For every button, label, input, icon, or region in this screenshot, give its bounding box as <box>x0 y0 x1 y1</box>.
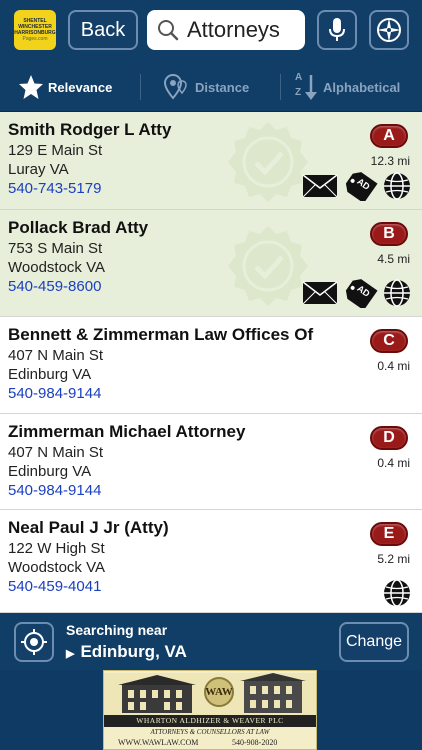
result-phone-link[interactable]: 540-459-8600 <box>8 278 101 295</box>
sort-relevance-label: Relevance <box>48 79 113 95</box>
app-logo[interactable]: SHENTEL WINCHESTER HARRISONBURG Pages.co… <box>14 10 56 50</box>
globe-icon[interactable] <box>382 278 412 308</box>
search-input-value[interactable]: Attorneys <box>187 17 280 43</box>
sort-bar: Relevance Distance A Z Alphabetical <box>0 60 422 112</box>
result-phone-link[interactable]: 540-984-9144 <box>8 385 101 402</box>
result-actions: AD <box>298 278 412 308</box>
result-marker-badge: A <box>370 124 408 148</box>
ad-phone: 540-908-2020 <box>232 738 278 747</box>
ad-firm-name: WHARTON ALDHIZER & WEAVER PLC <box>104 715 316 727</box>
map-pin-icon <box>163 73 191 101</box>
ad-website: WWW.WAWLAW.COM <box>118 738 199 747</box>
sort-relevance-tab[interactable]: Relevance <box>18 72 112 102</box>
ad-tag-icon[interactable]: AD <box>342 171 378 201</box>
compass-icon <box>375 16 403 44</box>
result-street: 407 N Main St <box>8 444 104 461</box>
search-icon <box>157 19 179 41</box>
result-name[interactable]: Smith Rodger L Atty <box>8 120 171 140</box>
voice-search-button[interactable] <box>317 10 357 50</box>
ad-banner[interactable]: WAW WHARTON ALDHIZER & WEAVER PLC ATTORN… <box>103 670 317 750</box>
result-city: Edinburg VA <box>8 463 92 480</box>
result-marker-badge: D <box>370 426 408 450</box>
result-name[interactable]: Neal Paul J Jr (Atty) <box>8 518 169 538</box>
top-bar: SHENTEL WINCHESTER HARRISONBURG Pages.co… <box>0 0 422 60</box>
mail-icon[interactable] <box>302 281 338 305</box>
sort-divider <box>280 74 281 100</box>
result-city: Woodstock VA <box>8 559 105 576</box>
logo-line: Pages.com <box>22 36 48 42</box>
globe-icon[interactable] <box>382 171 412 201</box>
result-marker-badge: E <box>370 522 408 546</box>
crosshair-icon <box>20 628 48 656</box>
result-row[interactable]: Neal Paul J Jr (Atty) 122 W High St Wood… <box>0 510 422 613</box>
result-street: 753 S Main St <box>8 240 103 257</box>
searching-near-label: Searching near <box>66 622 168 638</box>
result-row[interactable]: Zimmerman Michael Attorney 407 N Main St… <box>0 414 422 510</box>
result-distance: 0.4 mi <box>377 456 410 470</box>
change-location-button[interactable]: Change <box>339 622 409 662</box>
result-distance: 0.4 mi <box>377 359 410 373</box>
result-row[interactable]: Pollack Brad Atty 753 S Main St Woodstoc… <box>0 210 422 317</box>
search-field[interactable]: Attorneys <box>147 10 305 50</box>
back-button[interactable]: Back <box>68 10 138 50</box>
sort-divider <box>140 74 141 100</box>
result-city: Woodstock VA <box>8 259 105 276</box>
ad-tagline: ATTORNEYS & COUNSELLORS AT LAW <box>150 728 270 736</box>
sort-alphabetical-tab[interactable]: A Z Alphabetical <box>295 72 400 102</box>
result-actions <box>378 578 412 608</box>
result-row[interactable]: Bennett & Zimmerman Law Offices Of 407 N… <box>0 317 422 414</box>
result-name[interactable]: Pollack Brad Atty <box>8 218 148 238</box>
result-name[interactable]: Bennett & Zimmerman Law Offices Of <box>8 325 313 345</box>
result-phone-link[interactable]: 540-459-4041 <box>8 578 101 595</box>
sort-distance-tab[interactable]: Distance <box>163 72 249 102</box>
sort-distance-label: Distance <box>195 79 250 95</box>
results-list[interactable]: Smith Rodger L Atty 129 E Main St Luray … <box>0 112 422 613</box>
result-marker-badge: C <box>370 329 408 353</box>
sort-az-letter: A <box>295 72 303 83</box>
result-name[interactable]: Zimmerman Michael Attorney <box>8 422 245 442</box>
result-street: 407 N Main St <box>8 347 104 364</box>
result-actions: AD <box>298 171 412 201</box>
globe-icon[interactable] <box>382 578 412 608</box>
location-bar: Searching near ▶ Edinburg, VA Change <box>0 613 422 670</box>
sort-alphabetical-label: Alphabetical <box>323 79 401 95</box>
searching-near-city: ▶ Edinburg, VA <box>66 642 187 662</box>
result-city: Edinburg VA <box>8 366 92 383</box>
result-phone-link[interactable]: 540-743-5179 <box>8 180 101 197</box>
current-location-button[interactable] <box>14 622 54 662</box>
city-name: Edinburg, VA <box>80 642 187 661</box>
result-street: 122 W High St <box>8 540 105 557</box>
sort-az-icon: A Z <box>295 72 319 102</box>
result-marker-badge: B <box>370 222 408 246</box>
firm-monogram-logo: WAW <box>204 677 234 707</box>
play-arrow-icon: ▶ <box>66 648 75 660</box>
ad-tag-icon[interactable]: AD <box>342 278 378 308</box>
result-city: Luray VA <box>8 161 69 178</box>
result-row[interactable]: Smith Rodger L Atty 129 E Main St Luray … <box>0 112 422 210</box>
result-distance: 5.2 mi <box>377 552 410 566</box>
result-distance: 12.3 mi <box>370 154 410 168</box>
ad-area: WAW WHARTON ALDHIZER & WEAVER PLC ATTORN… <box>0 670 422 750</box>
result-phone-link[interactable]: 540-984-9144 <box>8 482 101 499</box>
mail-icon[interactable] <box>302 174 338 198</box>
result-distance: 4.5 mi <box>377 252 410 266</box>
result-street: 129 E Main St <box>8 142 103 159</box>
map-view-button[interactable] <box>369 10 409 50</box>
star-icon <box>18 74 44 100</box>
microphone-icon <box>327 17 347 43</box>
sort-az-letter: Z <box>295 87 302 98</box>
